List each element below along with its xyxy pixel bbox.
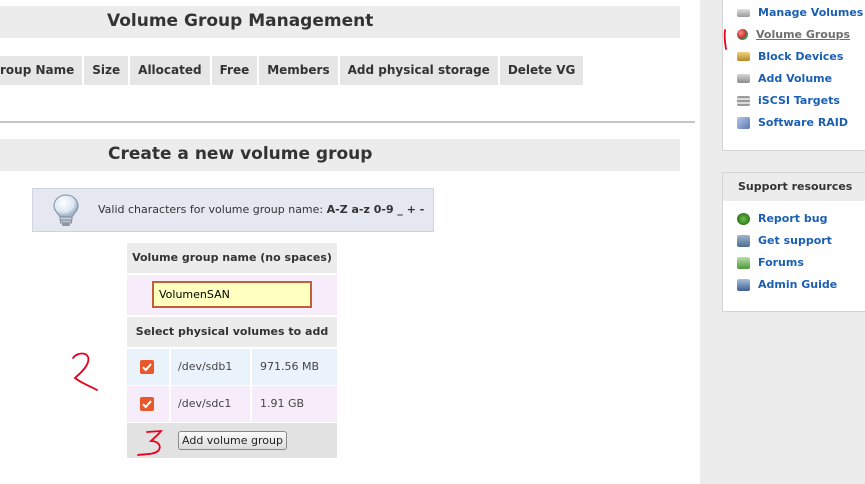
create-volume-group-header: Create a new volume group	[0, 139, 680, 171]
submit-row: Add volume group	[127, 423, 337, 458]
sidebar-item-label: Add Volume	[758, 72, 833, 85]
info-box: Valid characters for volume group name: …	[32, 188, 434, 232]
sidebar-item-label: Manage Volumes	[758, 6, 864, 19]
sidebar-item-report-bug[interactable]: Report bug	[737, 212, 827, 225]
pv-select-label: Select physical volumes to add	[127, 317, 337, 347]
support-panel: Support resources Report bug Get support…	[722, 172, 865, 312]
add-volume-group-button[interactable]: Add volume group	[178, 431, 287, 450]
sidebar-item-block-devices[interactable]: Block Devices	[737, 50, 843, 63]
column-size[interactable]: Size	[84, 56, 129, 85]
sidebar-item-admin-guide[interactable]: Admin Guide	[737, 278, 837, 291]
sidebar-item-label: Forums	[758, 256, 804, 269]
sidebar-item-get-support[interactable]: Get support	[737, 234, 832, 247]
pv-row-sdb1: /dev/sdb1 971.56 MB	[127, 349, 337, 385]
vg-name-row: VolumenSAN	[127, 275, 337, 315]
column-group-name[interactable]: roup Name	[0, 56, 83, 85]
sidebar-item-label: Software RAID	[758, 116, 849, 129]
column-free[interactable]: Free	[211, 56, 258, 85]
forums-icon	[737, 256, 750, 269]
volume-group-management-header: Volume Group Management	[0, 6, 680, 38]
lightbulb-icon	[53, 194, 79, 226]
volume-group-table-header: roup Name Size Allocated Free Members Ad…	[0, 56, 585, 85]
column-allocated[interactable]: Allocated	[130, 56, 210, 85]
support-icon	[737, 234, 750, 247]
sidebar-item-label: Get support	[758, 234, 832, 247]
sidebar-item-label: Report bug	[758, 212, 828, 225]
sidebar-item-volume-groups[interactable]: Volume Groups	[737, 28, 850, 41]
block-device-icon	[737, 52, 750, 61]
column-delete-vg[interactable]: Delete VG	[499, 56, 584, 85]
support-title: Support resources	[723, 173, 865, 201]
sidebar-item-add-volume[interactable]: Add Volume	[737, 72, 832, 85]
sidebar-item-iscsi-targets[interactable]: iSCSI Targets	[737, 94, 840, 107]
pv-size: 971.56 MB	[260, 360, 320, 373]
sidebar-item-label: Volume Groups	[756, 28, 851, 41]
volumes-nav-panel: Manage Volumes Volume Groups Block Devic…	[722, 0, 865, 151]
sidebar: Manage Volumes Volume Groups Block Devic…	[700, 0, 865, 484]
volume-group-icon	[737, 29, 748, 40]
column-members[interactable]: Members	[259, 56, 338, 85]
valid-characters: A-Z a-z 0-9 _ + -	[326, 203, 425, 216]
pv-size: 1.91 GB	[260, 397, 305, 410]
raid-icon	[737, 116, 750, 129]
vg-name-label: Volume group name (no spaces)	[127, 243, 337, 273]
pv-check-cell	[127, 386, 171, 422]
pv-sdb1-checkbox[interactable]	[140, 360, 154, 374]
info-message: Valid characters for volume group name:	[98, 203, 324, 216]
section-title: Create a new volume group	[108, 144, 373, 164]
divider	[0, 121, 695, 123]
pv-device: /dev/sdb1	[171, 349, 252, 385]
bug-icon	[737, 212, 750, 225]
disk-icon	[737, 8, 750, 17]
sidebar-item-label: Admin Guide	[758, 278, 838, 291]
sidebar-item-forums[interactable]: Forums	[737, 256, 804, 269]
pv-device: /dev/sdc1	[171, 386, 252, 422]
page-title: Volume Group Management	[107, 11, 374, 31]
sidebar-item-manage-volumes[interactable]: Manage Volumes	[737, 6, 863, 19]
pv-row-sdc1: /dev/sdc1 1.91 GB	[127, 386, 337, 422]
guide-icon	[737, 278, 750, 291]
column-add-physical-storage[interactable]: Add physical storage	[339, 56, 498, 85]
pv-check-cell	[127, 349, 171, 385]
pv-sdc1-checkbox[interactable]	[140, 397, 154, 411]
sidebar-item-label: Block Devices	[758, 50, 844, 63]
sidebar-item-label: iSCSI Targets	[758, 94, 840, 107]
info-text: Valid characters for volume group name: …	[98, 203, 424, 216]
iscsi-icon	[737, 95, 750, 106]
vg-name-input[interactable]: VolumenSAN	[152, 281, 312, 308]
main-content: Volume Group Management roup Name Size A…	[0, 0, 700, 484]
add-volume-icon	[737, 74, 750, 83]
sidebar-item-software-raid[interactable]: Software RAID	[737, 116, 848, 129]
